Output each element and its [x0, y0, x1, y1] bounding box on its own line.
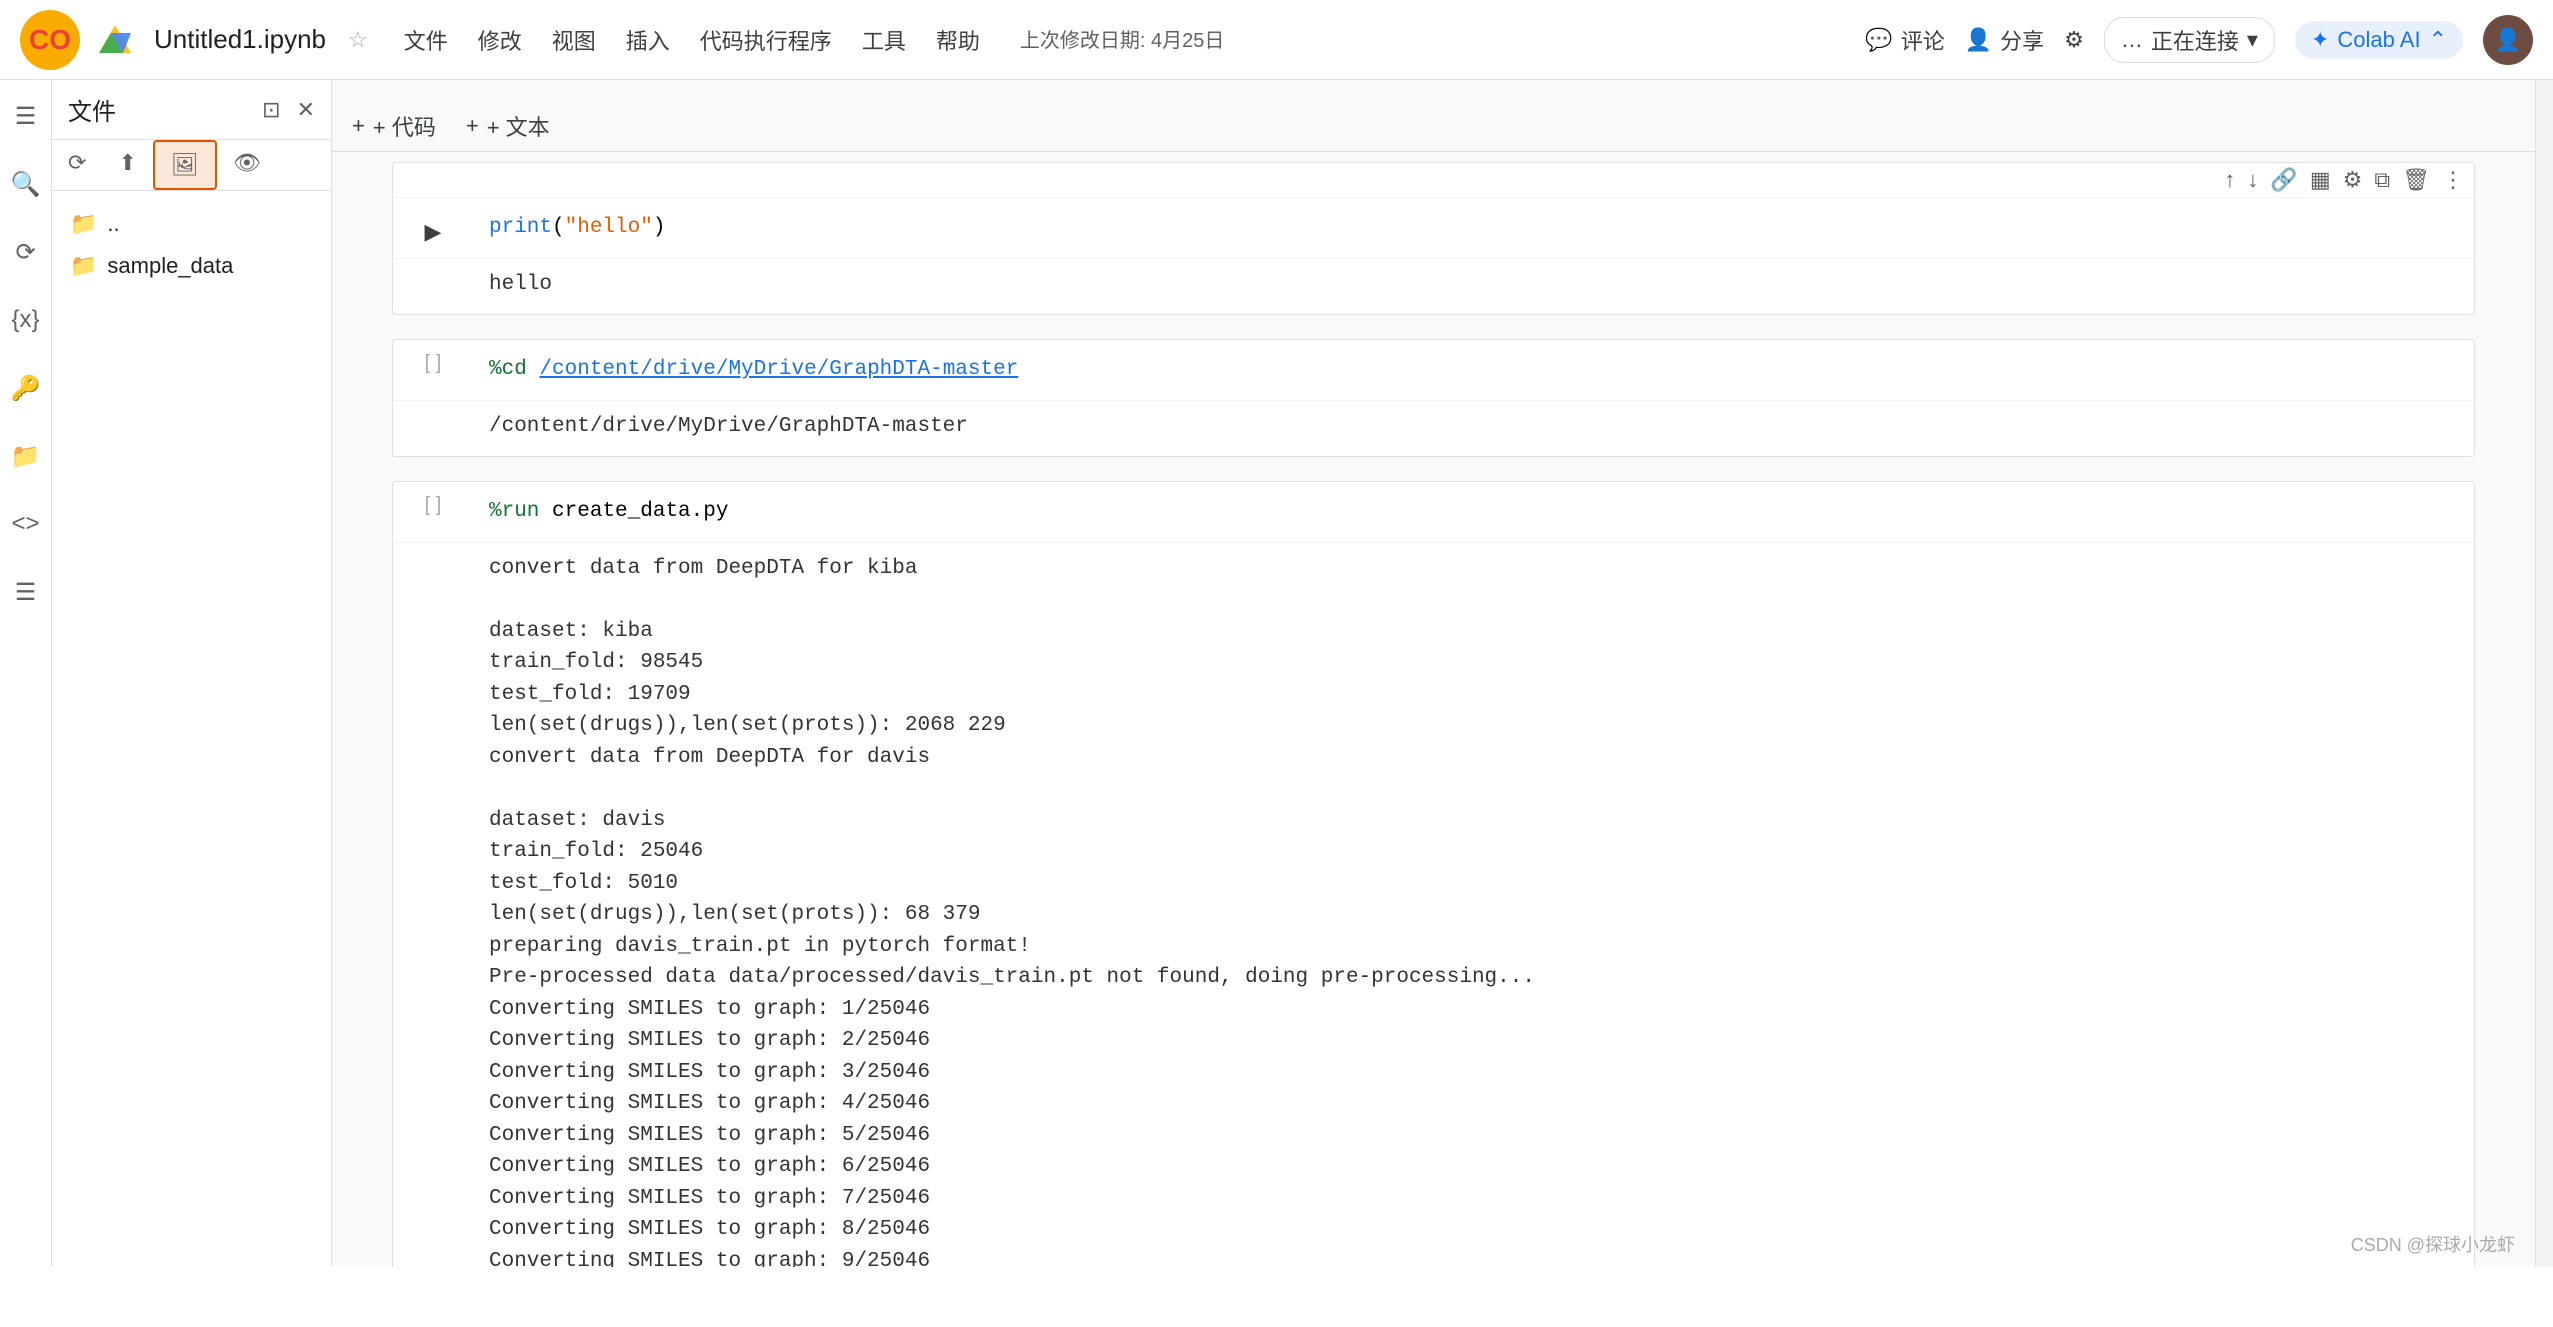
folder-icon: 📁: [70, 211, 97, 237]
cell1-up-btn[interactable]: ↑: [2224, 167, 2235, 193]
cell1-run-button[interactable]: ▶: [411, 210, 455, 254]
file-panel-actions: ⊡ ✕: [262, 97, 315, 123]
comment-button[interactable]: 💬 评论: [1865, 24, 1944, 56]
sidebar-item-code[interactable]: <>: [6, 504, 46, 544]
panel-close-button[interactable]: ✕: [297, 97, 315, 123]
file-panel-title: 文件: [68, 92, 116, 127]
cell1-more-btn[interactable]: ⋮: [2442, 167, 2464, 193]
connect-arrow: ▾: [2247, 27, 2258, 53]
add-cell-bar: + + 代码 + + 文本: [332, 100, 2535, 152]
cell3-output: convert data from DeepDTA for kiba datas…: [393, 542, 2474, 1268]
sidebar-item-menu[interactable]: ☰: [6, 96, 46, 136]
cell1-code[interactable]: print("hello"): [473, 198, 2474, 258]
sidebar-item-files[interactable]: 📁: [6, 436, 46, 476]
notebook-area: + + 代码 + + 文本 ↑ ↓ 🔗 ▦ ⚙ ⧉ 🗑 ⋮: [332, 80, 2535, 1267]
scrollbar-area[interactable]: [2535, 80, 2553, 1267]
menu-file[interactable]: 文件: [404, 24, 448, 56]
cell1-trash-btn[interactable]: 🗑: [2402, 167, 2430, 193]
cell1-link-btn[interactable]: 🔗: [2270, 167, 2297, 193]
cell1-down-btn[interactable]: ↓: [2247, 167, 2258, 193]
panel-maximize-button[interactable]: ⊡: [262, 97, 280, 123]
share-icon: 👤: [1965, 27, 1992, 53]
add-code-button[interactable]: + + 代码: [352, 110, 436, 142]
top-bar: CO Untitled1.ipynb ☆ 文件 修改 视图 插入 代码执行程序 …: [0, 0, 2553, 80]
settings-button[interactable]: ⚙: [2064, 27, 2084, 53]
connect-label: 正在连接: [2151, 24, 2239, 56]
connect-dots: …: [2121, 27, 2143, 53]
menu-help[interactable]: 帮助: [936, 24, 980, 56]
comment-icon: 💬: [1865, 27, 1892, 53]
file-panel: 文件 ⊡ ✕ ⟳ ⬆ 🖼 👁 📁 .. 📁 sample_data: [52, 80, 332, 1267]
file-tree-item-sample-data[interactable]: 📁 sample_data: [60, 245, 323, 287]
cell-2: [ ] %cd /content/drive/MyDrive/GraphDTA-…: [392, 339, 2475, 457]
sidebar-item-variables[interactable]: {x}: [6, 300, 46, 340]
cell2-code[interactable]: %cd /content/drive/MyDrive/GraphDTA-mast…: [473, 340, 2474, 400]
colab-ai-logo: ✦: [2311, 27, 2329, 53]
tab-refresh[interactable]: ⟳: [52, 140, 102, 190]
star-icon[interactable]: ☆: [348, 27, 368, 53]
main-layout: ☰ 🔍 ⟳ {x} 🔑 📁 <> ☰ 文件 ⊡ ✕ ⟳ ⬆ 🖼 👁 📁 ..: [0, 80, 2553, 1267]
share-button[interactable]: 👤 分享: [1965, 24, 2044, 56]
menu-view[interactable]: 视图: [552, 24, 596, 56]
sidebar-item-refresh[interactable]: ⟳: [6, 232, 46, 272]
sidebar-item-search[interactable]: 🔍: [6, 164, 46, 204]
file-panel-tabs: ⟳ ⬆ 🖼 👁: [52, 140, 331, 191]
tab-upload[interactable]: ⬆: [102, 140, 152, 190]
cell1-copy-btn[interactable]: ⧉: [2374, 167, 2390, 193]
menu-insert[interactable]: 插入: [626, 24, 670, 56]
cell2-bracket: [ ]: [425, 352, 442, 375]
sidebar-item-toc[interactable]: ☰: [6, 572, 46, 612]
cell2-output: /content/drive/MyDrive/GraphDTA-master: [393, 400, 2474, 457]
watermark: CSDN @探球小龙虾: [2351, 1231, 2515, 1257]
colab-ai-button[interactable]: ✦ Colab AI ⌃: [2295, 21, 2463, 59]
cell1-settings-btn[interactable]: ⚙: [2343, 167, 2363, 193]
menu-runtime[interactable]: 代码执行程序: [700, 24, 832, 56]
plus-code-icon: +: [352, 113, 365, 139]
connect-area[interactable]: … 正在连接 ▾: [2104, 17, 2275, 63]
file-panel-header: 文件 ⊡ ✕: [52, 80, 331, 140]
cell3-code[interactable]: %run create_data.py: [473, 482, 2474, 542]
cell-1: ↑ ↓ 🔗 ▦ ⚙ ⧉ 🗑 ⋮ ▶ print("hello") hello: [392, 162, 2475, 315]
user-avatar[interactable]: 👤: [2483, 15, 2533, 65]
menu-edit[interactable]: 修改: [478, 24, 522, 56]
cell3-bracket: [ ]: [425, 494, 442, 517]
top-bar-right: 💬 评论 👤 分享 ⚙ … 正在连接 ▾ ✦ Colab AI ⌃ 👤: [1865, 15, 2533, 65]
tab-image-upload[interactable]: 🖼: [153, 140, 217, 190]
colab-logo: CO: [20, 10, 80, 70]
colab-ai-expand: ⌃: [2429, 27, 2447, 53]
add-text-button[interactable]: + + 文本: [466, 110, 550, 142]
cell1-grid-btn[interactable]: ▦: [2310, 167, 2331, 193]
last-modified: 上次修改日期: 4月25日: [1020, 24, 1224, 56]
file-tree: 📁 .. 📁 sample_data: [52, 191, 331, 1267]
folder-icon-sample: 📁: [70, 253, 97, 279]
tab-hide[interactable]: 👁: [217, 140, 277, 190]
notebook-title[interactable]: Untitled1.ipynb: [154, 24, 326, 55]
file-tree-item-parent[interactable]: 📁 ..: [60, 203, 323, 245]
plus-text-icon: +: [466, 113, 479, 139]
menu-tools[interactable]: 工具: [862, 24, 906, 56]
drive-icon: [96, 21, 134, 59]
cell1-output: hello: [393, 258, 2474, 315]
sidebar-item-secrets[interactable]: 🔑: [6, 368, 46, 408]
top-nav-menu: 文件 修改 视图 插入 代码执行程序 工具 帮助 上次修改日期: 4月25日: [404, 24, 1225, 56]
icon-bar: ☰ 🔍 ⟳ {x} 🔑 📁 <> ☰: [0, 80, 52, 1267]
cell-3: [ ] %run create_data.py convert data fro…: [392, 481, 2475, 1267]
